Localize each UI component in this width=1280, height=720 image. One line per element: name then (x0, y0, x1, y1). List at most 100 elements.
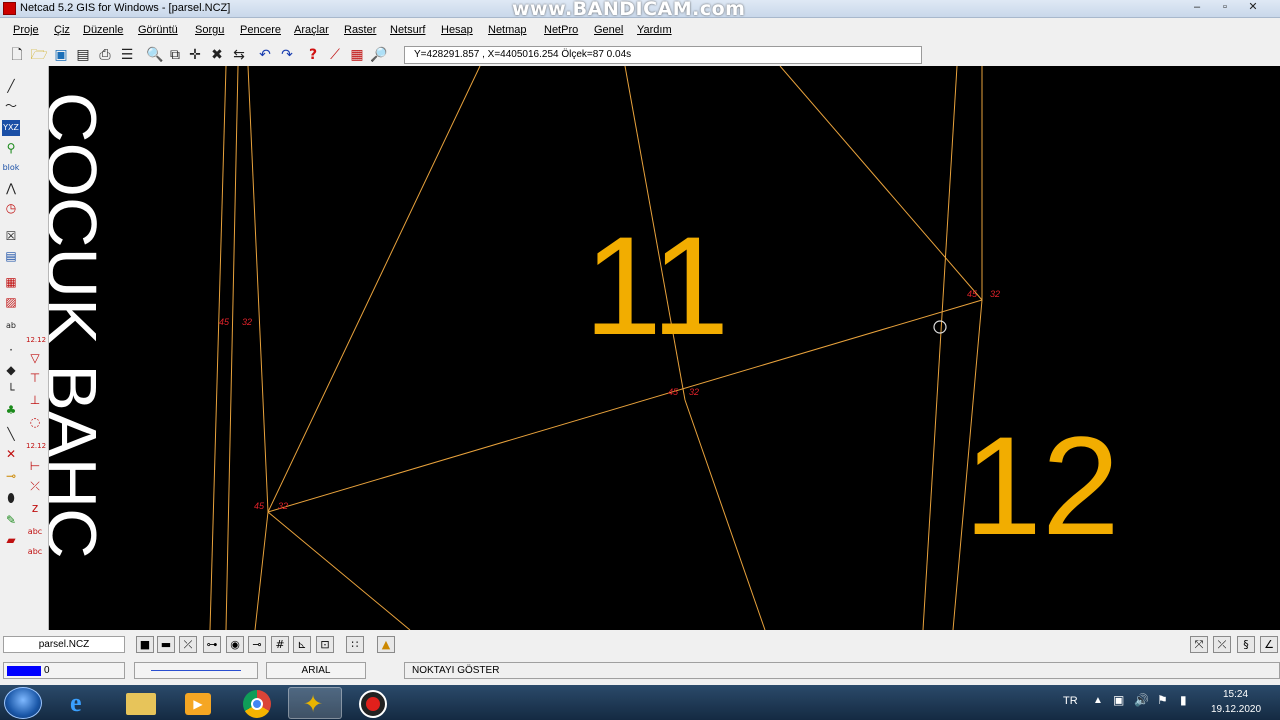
taskbar-chrome[interactable] (230, 687, 284, 719)
taskbar-bandicam[interactable] (346, 687, 400, 719)
menu-proje[interactable]: Proje (13, 24, 39, 36)
menu-raster[interactable]: Raster (344, 24, 376, 36)
font-field[interactable]: ARIAL (266, 662, 366, 679)
vertex-tool-icon[interactable]: ⋀ (2, 180, 20, 196)
grid-snap-icon[interactable]: # (271, 636, 289, 653)
xy-toggle-icon[interactable]: ⤧ (1190, 636, 1208, 653)
taskbar-ie[interactable]: e (56, 687, 110, 719)
block-tool-icon[interactable]: blok (2, 160, 20, 176)
close-button[interactable]: ✕ (1244, 1, 1262, 15)
rect-x-tool-icon[interactable]: ☒ (2, 228, 20, 244)
pan-icon[interactable]: ✛ (186, 46, 204, 64)
brush-icon[interactable]: ▰ (2, 532, 20, 548)
pen-icon[interactable]: ✎ (2, 512, 20, 528)
label-number-icon[interactable]: 12.12 (26, 438, 46, 454)
line-tool-icon[interactable]: ╱ (2, 78, 20, 94)
circle-snap-icon[interactable]: ◉ (226, 636, 244, 653)
menu-duzenle[interactable]: Düzenle (83, 24, 123, 36)
volume-icon[interactable]: 🔊 (1134, 693, 1149, 707)
layers-icon[interactable]: ▦ (348, 46, 366, 64)
corner-icon[interactable]: └ (2, 382, 20, 398)
menu-yardim[interactable]: Yardım (637, 24, 672, 36)
minimize-button[interactable]: – (1188, 1, 1206, 15)
taskbar-netcad[interactable]: ✦ (288, 687, 342, 719)
marker-icon[interactable]: ⊸ (2, 468, 20, 484)
start-button[interactable] (4, 687, 42, 719)
polyline-tool-icon[interactable]: 〜 (2, 98, 20, 114)
clock-date[interactable]: 19.12.2020 (1211, 704, 1261, 715)
x-toggle-icon[interactable]: ⤫ (1213, 636, 1231, 653)
drawing-canvas[interactable]: ÇOCUK BAHÇ 11 12 45 32 45 32 45 32 45 32 (49, 66, 1280, 630)
s-toggle-icon[interactable]: § (1237, 636, 1255, 653)
hatch-tool-icon[interactable]: ▨ (2, 294, 20, 310)
snap-icon[interactable]: ◆ (2, 362, 20, 378)
adjust-icon[interactable]: ⇆ (230, 46, 248, 64)
restore-button[interactable]: ▫ (1216, 1, 1234, 15)
tree-icon[interactable]: ♣ (2, 402, 20, 418)
axis-icon[interactable]: ⊢ (26, 458, 44, 474)
menu-ciz[interactable]: Çiz (54, 24, 70, 36)
diagonal-icon[interactable]: ╲ (2, 426, 20, 442)
menu-netpro[interactable]: NetPro (544, 24, 578, 36)
rect-snap-icon[interactable]: ⊡ (316, 636, 334, 653)
circle-tool-icon[interactable]: ◷ (2, 200, 20, 216)
abc-underline-icon[interactable]: abc (26, 544, 44, 560)
coord-x-icon[interactable]: ⤫ (26, 478, 44, 494)
redo-icon[interactable]: ↷ (278, 46, 296, 64)
open-folder-icon[interactable]: 🗁 (30, 46, 48, 64)
measure-icon[interactable]: ⊤ (26, 370, 44, 386)
dash-icon[interactable]: ▬ (157, 636, 175, 653)
menu-araclar[interactable]: Araçlar (294, 24, 329, 36)
page-icon[interactable]: ▤ (74, 46, 92, 64)
tray-device-icon[interactable]: ▣ (1113, 693, 1124, 707)
clock-time[interactable]: 15:24 (1223, 689, 1248, 700)
points-icon[interactable]: ∷ (346, 636, 364, 653)
new-file-icon[interactable]: 🗋 (8, 46, 26, 64)
help-icon[interactable]: ? (304, 46, 322, 64)
z-tool-icon[interactable]: z (26, 500, 44, 516)
print-icon[interactable]: ⎙ (96, 46, 114, 64)
number-tool-icon[interactable]: 12.12 (26, 332, 46, 348)
menu-genel[interactable]: Genel (594, 24, 623, 36)
menu-netsurf[interactable]: Netsurf (390, 24, 425, 36)
line-type-field[interactable] (134, 662, 258, 679)
point-small-icon[interactable]: · (2, 342, 20, 358)
taskbar-explorer[interactable] (114, 687, 168, 719)
menu-goruntu[interactable]: Görüntü (138, 24, 178, 36)
angle-toggle-icon[interactable]: ∠ (1260, 636, 1278, 653)
flag-icon[interactable]: ⚑ (1157, 693, 1168, 707)
shape-icon[interactable]: ⬮ (2, 490, 20, 506)
tray-expand-icon[interactable]: ▲ (1093, 695, 1103, 706)
zoom-window-icon[interactable]: ⧉ (166, 46, 184, 64)
menu-sorgu[interactable]: Sorgu (195, 24, 224, 36)
file-tab[interactable]: parsel.NCZ (3, 636, 125, 653)
ortho-icon[interactable]: ⊾ (293, 636, 311, 653)
zoom-icon[interactable]: 🔍 (146, 46, 164, 64)
list-icon[interactable]: ☰ (118, 46, 136, 64)
language-indicator[interactable]: TR (1063, 695, 1078, 707)
network-icon[interactable]: ▮ (1180, 693, 1187, 707)
dimension-icon[interactable]: ⊥ (26, 392, 44, 408)
menu-pencere[interactable]: Pencere (240, 24, 281, 36)
line-snap-icon[interactable]: ⊸ (248, 636, 266, 653)
segment-icon[interactable]: ⊶ (203, 636, 221, 653)
undo-icon[interactable]: ↶ (256, 46, 274, 64)
triangle-tool-icon[interactable]: ▽ (26, 350, 44, 366)
layer-field[interactable]: 0 (3, 662, 125, 679)
point-tool-icon[interactable]: ⚲ (2, 140, 20, 156)
arc-tool-icon[interactable]: ◌ (26, 414, 44, 430)
x-snap-icon[interactable]: ⤫ (179, 636, 197, 653)
xyz-tool-icon[interactable]: YXZ (2, 120, 20, 136)
grid-tool-icon[interactable]: ▦ (2, 274, 20, 290)
save-icon[interactable]: ▣ (52, 46, 70, 64)
delete-tool-icon[interactable]: ✖ (208, 46, 226, 64)
taskbar-media[interactable]: ▶ (172, 687, 226, 719)
menu-netmap[interactable]: Netmap (488, 24, 527, 36)
text-block-tool-icon[interactable]: ▤ (2, 248, 20, 264)
stop-icon[interactable]: ■ (136, 636, 154, 653)
abc-tool-icon[interactable]: abc (26, 524, 44, 540)
up-arrow-icon[interactable]: ▲ (377, 636, 395, 653)
query-icon[interactable]: 🔎 (370, 46, 388, 64)
ab-tool-icon[interactable]: ab (2, 318, 20, 334)
polyline-icon[interactable]: ⟋ (326, 46, 344, 64)
